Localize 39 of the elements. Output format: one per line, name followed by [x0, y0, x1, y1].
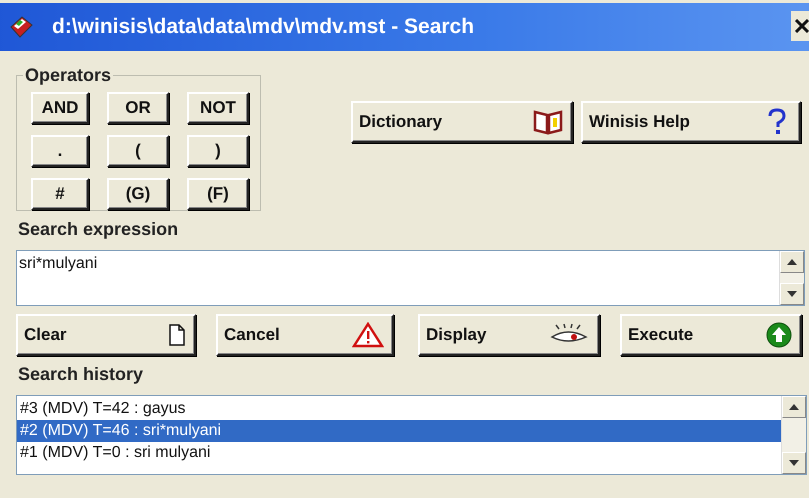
command-button[interactable]: Display	[418, 314, 600, 356]
command-button[interactable]: Dictionary	[351, 101, 573, 143]
history-item[interactable]: #3 (MDV) T=42 : gayus	[17, 398, 781, 420]
operator-button[interactable]: NOT	[187, 92, 249, 124]
operator-button[interactable]: (G)	[107, 178, 169, 210]
book-icon	[533, 109, 563, 135]
app-icon	[8, 15, 34, 39]
command-button[interactable]: Execute	[620, 314, 802, 356]
down-arrow-icon	[787, 291, 797, 297]
scroll-down-button[interactable]	[782, 452, 806, 474]
scroll-up-button[interactable]	[782, 396, 806, 418]
command-button[interactable]: Cancel	[216, 314, 394, 356]
operator-button[interactable]: .	[31, 135, 89, 167]
operator-button[interactable]: (F)	[187, 178, 249, 210]
down-arrow-icon	[789, 460, 799, 466]
command-button[interactable]: Winisis Help	[581, 101, 801, 143]
history-item[interactable]: #1 (MDV) T=0 : sri mulyani	[17, 442, 781, 464]
close-icon	[795, 19, 809, 33]
command-button[interactable]: Clear	[16, 314, 196, 356]
operator-button[interactable]: AND	[31, 92, 89, 124]
operator-button[interactable]: )	[187, 135, 249, 167]
group-title: Operators	[24, 65, 112, 86]
scroll-down-button[interactable]	[780, 283, 804, 305]
warning-icon	[352, 322, 384, 348]
question-mark-icon	[767, 108, 787, 136]
operator-button[interactable]: (	[107, 135, 169, 167]
up-arrow-icon	[789, 404, 799, 410]
scrollbar[interactable]	[779, 251, 804, 305]
section-label: Search expression	[18, 219, 178, 240]
window-title: d:\winisis\data\data\mdv\mdv.mst - Search	[52, 15, 474, 39]
scrollbar[interactable]	[781, 396, 806, 474]
up-arrow-icon	[787, 259, 797, 265]
operator-button[interactable]: OR	[107, 92, 169, 124]
blank-page-icon	[168, 324, 186, 346]
operator-button[interactable]: #	[31, 178, 89, 210]
history-item[interactable]: #2 (MDV) T=46 : sri*mulyani	[17, 420, 781, 442]
section-label: Search history	[18, 364, 144, 385]
search-expression-field[interactable]: sri*mulyani	[16, 250, 805, 306]
scroll-up-button[interactable]	[780, 251, 804, 273]
